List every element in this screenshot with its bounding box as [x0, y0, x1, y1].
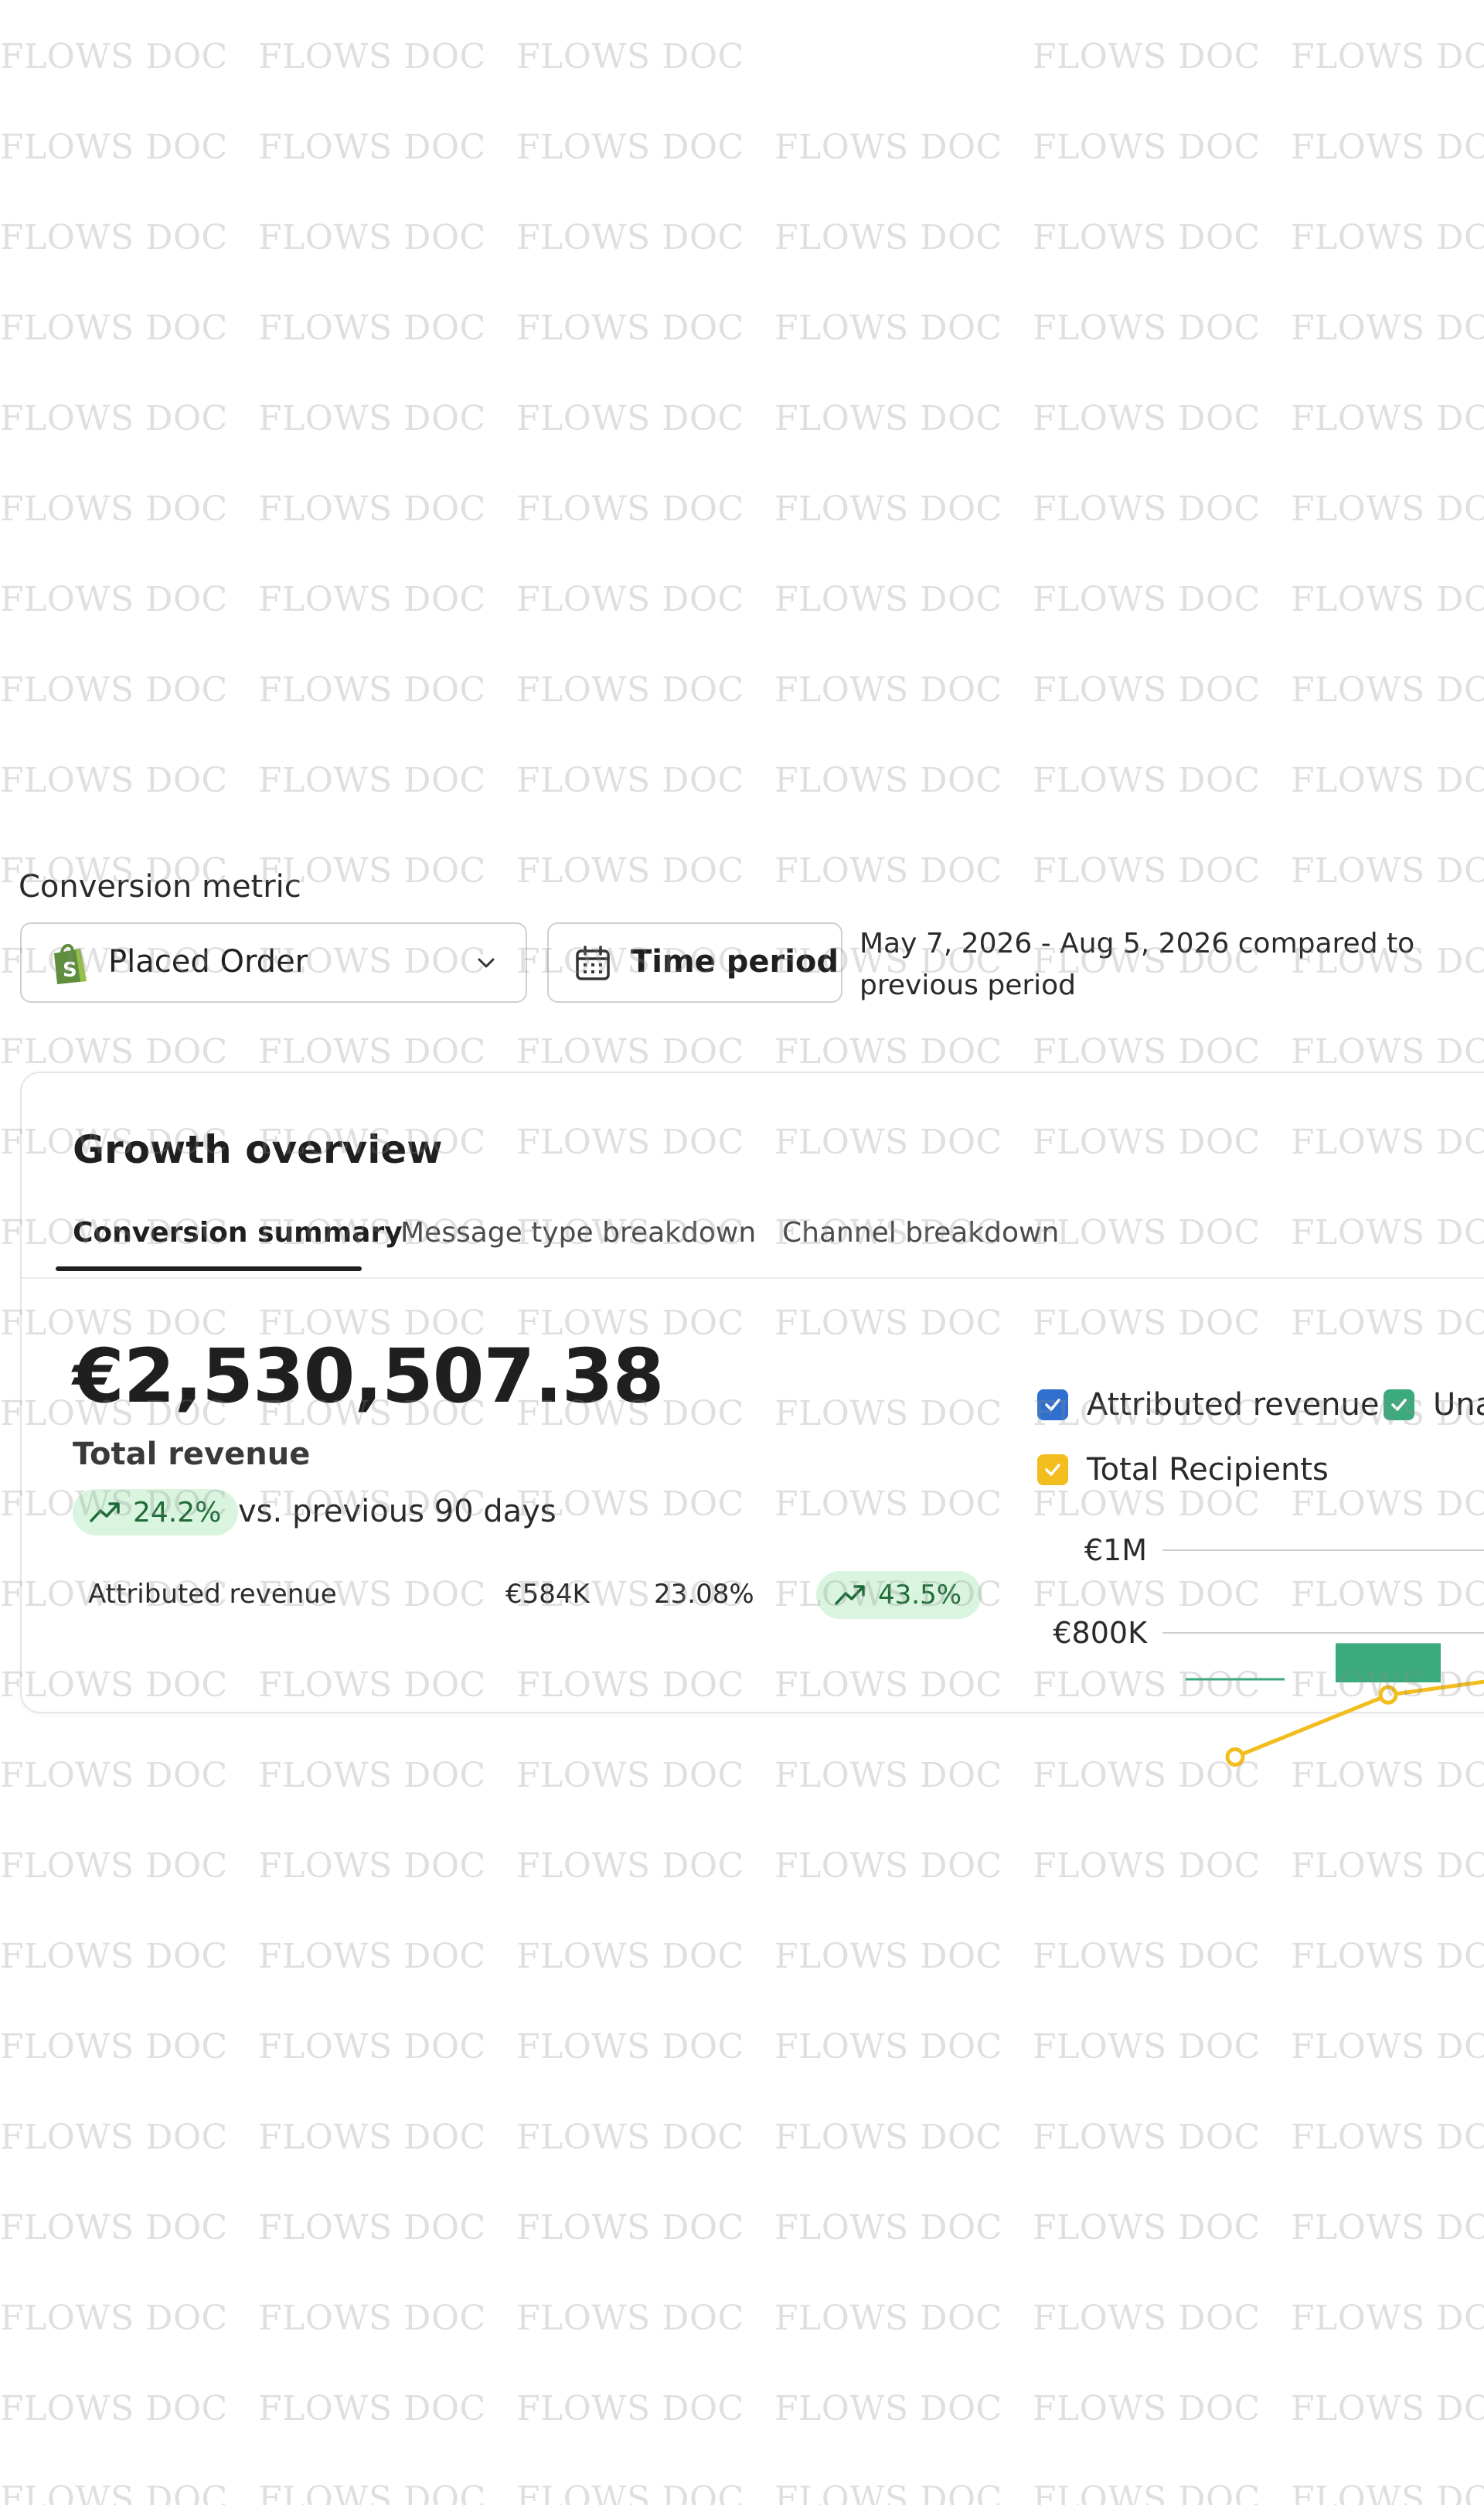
- line-point: [1378, 1685, 1398, 1705]
- line-point: [1225, 1747, 1245, 1767]
- y-tick-label: €800K: [1053, 1616, 1148, 1650]
- y-tick-label: €1M: [1084, 1533, 1147, 1567]
- revenue-chart: €1M €800K: [1053, 1533, 1484, 1767]
- bar: [1336, 1643, 1441, 1682]
- line-series: [1234, 1679, 1484, 1759]
- page: Conversion metric S Placed Order Time pe…: [0, 0, 1484, 2505]
